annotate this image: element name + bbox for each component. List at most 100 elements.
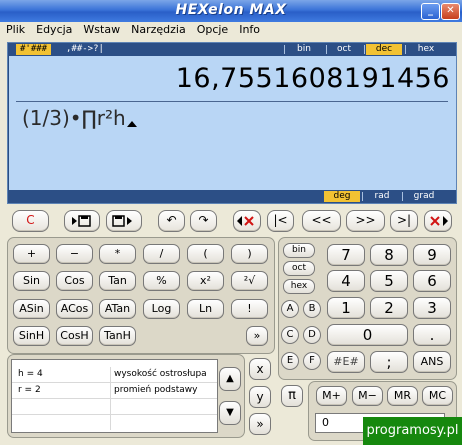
atan-button[interactable]: ATan	[99, 299, 136, 319]
variable-row-empty[interactable]	[12, 415, 217, 430]
semicolon-button[interactable]: ;	[370, 351, 408, 373]
hex-b-button[interactable]: B	[303, 300, 321, 318]
format-alt[interactable]: ,##->?|	[66, 44, 104, 55]
variable-row-empty[interactable]	[12, 399, 217, 415]
digit-2-button[interactable]: 2	[370, 297, 408, 319]
hex-d-button[interactable]: D	[303, 326, 321, 344]
prev-button[interactable]: <<	[302, 210, 341, 232]
more-vars-button[interactable]: »	[249, 413, 271, 435]
digit-1-button[interactable]: 1	[327, 297, 365, 319]
last-button[interactable]: >|	[390, 210, 418, 232]
menu-opcje[interactable]: Opcje	[191, 22, 234, 36]
open-paren-button[interactable]: (	[187, 244, 224, 264]
base-bin-button[interactable]: bin	[283, 243, 315, 258]
digit-0-button[interactable]: 0	[327, 324, 408, 346]
pi-button[interactable]: π	[281, 385, 303, 407]
hex-e-button[interactable]: E	[281, 352, 299, 370]
close-paren-button[interactable]: )	[231, 244, 268, 264]
plus-button[interactable]: +	[13, 244, 50, 264]
digit-7-button[interactable]: 7	[327, 244, 365, 266]
log-button[interactable]: Log	[143, 299, 180, 319]
menu-edycja[interactable]: Edycja	[30, 22, 77, 36]
acos-button[interactable]: ACos	[56, 299, 93, 319]
redo-button[interactable]: ↷	[190, 210, 217, 232]
hex-a-button[interactable]: A	[281, 300, 299, 318]
delete-left-icon	[237, 216, 254, 226]
memory-add-button[interactable]: M+	[316, 386, 347, 406]
delete-right-button[interactable]	[424, 210, 452, 232]
close-button[interactable]: ✕	[441, 3, 460, 20]
delete-left-button[interactable]	[233, 210, 261, 232]
variable-row[interactable]: h = 4 wysokość ostrosłupa	[12, 367, 217, 383]
exponent-button[interactable]: #E#	[327, 351, 365, 373]
variable-description: promień podstawy	[114, 385, 198, 395]
variable-description: wysokość ostrosłupa	[114, 369, 207, 379]
memory-recall-button[interactable]: MR	[387, 386, 418, 406]
var-x-button[interactable]: x	[249, 358, 271, 380]
digit-5-button[interactable]: 5	[370, 270, 408, 292]
base-oct-button[interactable]: oct	[283, 261, 315, 276]
digit-8-button[interactable]: 8	[370, 244, 408, 266]
tan-button[interactable]: Tan	[99, 271, 136, 291]
scroll-down-button[interactable]: ▼	[219, 401, 241, 425]
minimize-button[interactable]: _	[421, 3, 440, 20]
save-out-button[interactable]	[106, 210, 142, 232]
root-button[interactable]: ²√	[231, 271, 268, 291]
clear-button[interactable]: C	[12, 210, 49, 232]
base-tab-bin[interactable]: bin	[286, 44, 322, 55]
angle-tab-deg[interactable]: deg	[324, 191, 360, 202]
memory-value-text: 0	[322, 416, 329, 429]
var-y-button[interactable]: y	[249, 386, 271, 408]
hex-f-button[interactable]: F	[303, 352, 321, 370]
digit-4-button[interactable]: 4	[327, 270, 365, 292]
sin-button[interactable]: Sin	[13, 271, 50, 291]
more-functions-button[interactable]: »	[246, 326, 268, 346]
multiply-button[interactable]: *	[99, 244, 136, 264]
sinh-button[interactable]: SinH	[13, 326, 50, 346]
result-value: 16,7551608191456	[175, 63, 450, 94]
angle-tab-rad[interactable]: rad	[364, 191, 400, 202]
expression-input[interactable]: (1/3)•∏r²h	[22, 106, 137, 130]
next-button[interactable]: >>	[346, 210, 385, 232]
display-header: #'### ,##->?| bin oct dec hex	[8, 43, 456, 56]
memory-subtract-button[interactable]: M−	[352, 386, 383, 406]
square-button[interactable]: x²	[187, 271, 224, 291]
scroll-up-button[interactable]: ▲	[219, 367, 241, 391]
save-result-button[interactable]	[64, 210, 100, 232]
title-bar[interactable]: HEXelon MAX _ ✕	[0, 0, 462, 23]
asin-button[interactable]: ASin	[13, 299, 50, 319]
base-tab-oct[interactable]: oct	[326, 44, 362, 55]
menu-narzedzia[interactable]: Narzędzia	[125, 22, 191, 36]
cosh-button[interactable]: CosH	[56, 326, 93, 346]
menu-plik[interactable]: Plik	[0, 22, 30, 36]
ans-button[interactable]: ANS	[413, 351, 451, 373]
menu-info[interactable]: Info	[233, 22, 265, 36]
variable-row[interactable]: r = 2 promień podstawy	[12, 383, 217, 399]
undo-button[interactable]: ↶	[158, 210, 185, 232]
first-button[interactable]: |<	[267, 210, 294, 232]
minus-button[interactable]: −	[56, 244, 93, 264]
display-footer: deg rad grad	[8, 190, 456, 203]
expression-text: (1/3)•∏r²h	[22, 106, 126, 130]
ln-button[interactable]: Ln	[187, 299, 224, 319]
digit-9-button[interactable]: 9	[413, 244, 451, 266]
base-hex-button[interactable]: hex	[283, 279, 315, 294]
divide-button[interactable]: /	[143, 244, 180, 264]
menu-wstaw[interactable]: Wstaw	[77, 22, 125, 36]
decimal-button[interactable]: .	[413, 324, 451, 346]
base-tab-hex[interactable]: hex	[408, 44, 444, 55]
tanh-button[interactable]: TanH	[99, 326, 136, 346]
format-active[interactable]: #'###	[16, 44, 52, 55]
base-tab-dec[interactable]: dec	[366, 44, 402, 55]
calculator-display: #'### ,##->?| bin oct dec hex 16,7551608…	[7, 42, 457, 204]
digit-6-button[interactable]: 6	[413, 270, 451, 292]
memory-clear-button[interactable]: MC	[422, 386, 453, 406]
cos-button[interactable]: Cos	[56, 271, 93, 291]
factorial-button[interactable]: !	[231, 299, 268, 319]
angle-tab-grad[interactable]: grad	[406, 191, 442, 202]
percent-button[interactable]: %	[143, 271, 180, 291]
watermark-logo: programosy.pl	[363, 417, 462, 445]
menu-bar: Plik Edycja Wstaw Narzędzia Opcje Info	[0, 22, 462, 38]
digit-3-button[interactable]: 3	[413, 297, 451, 319]
hex-c-button[interactable]: C	[281, 326, 299, 344]
